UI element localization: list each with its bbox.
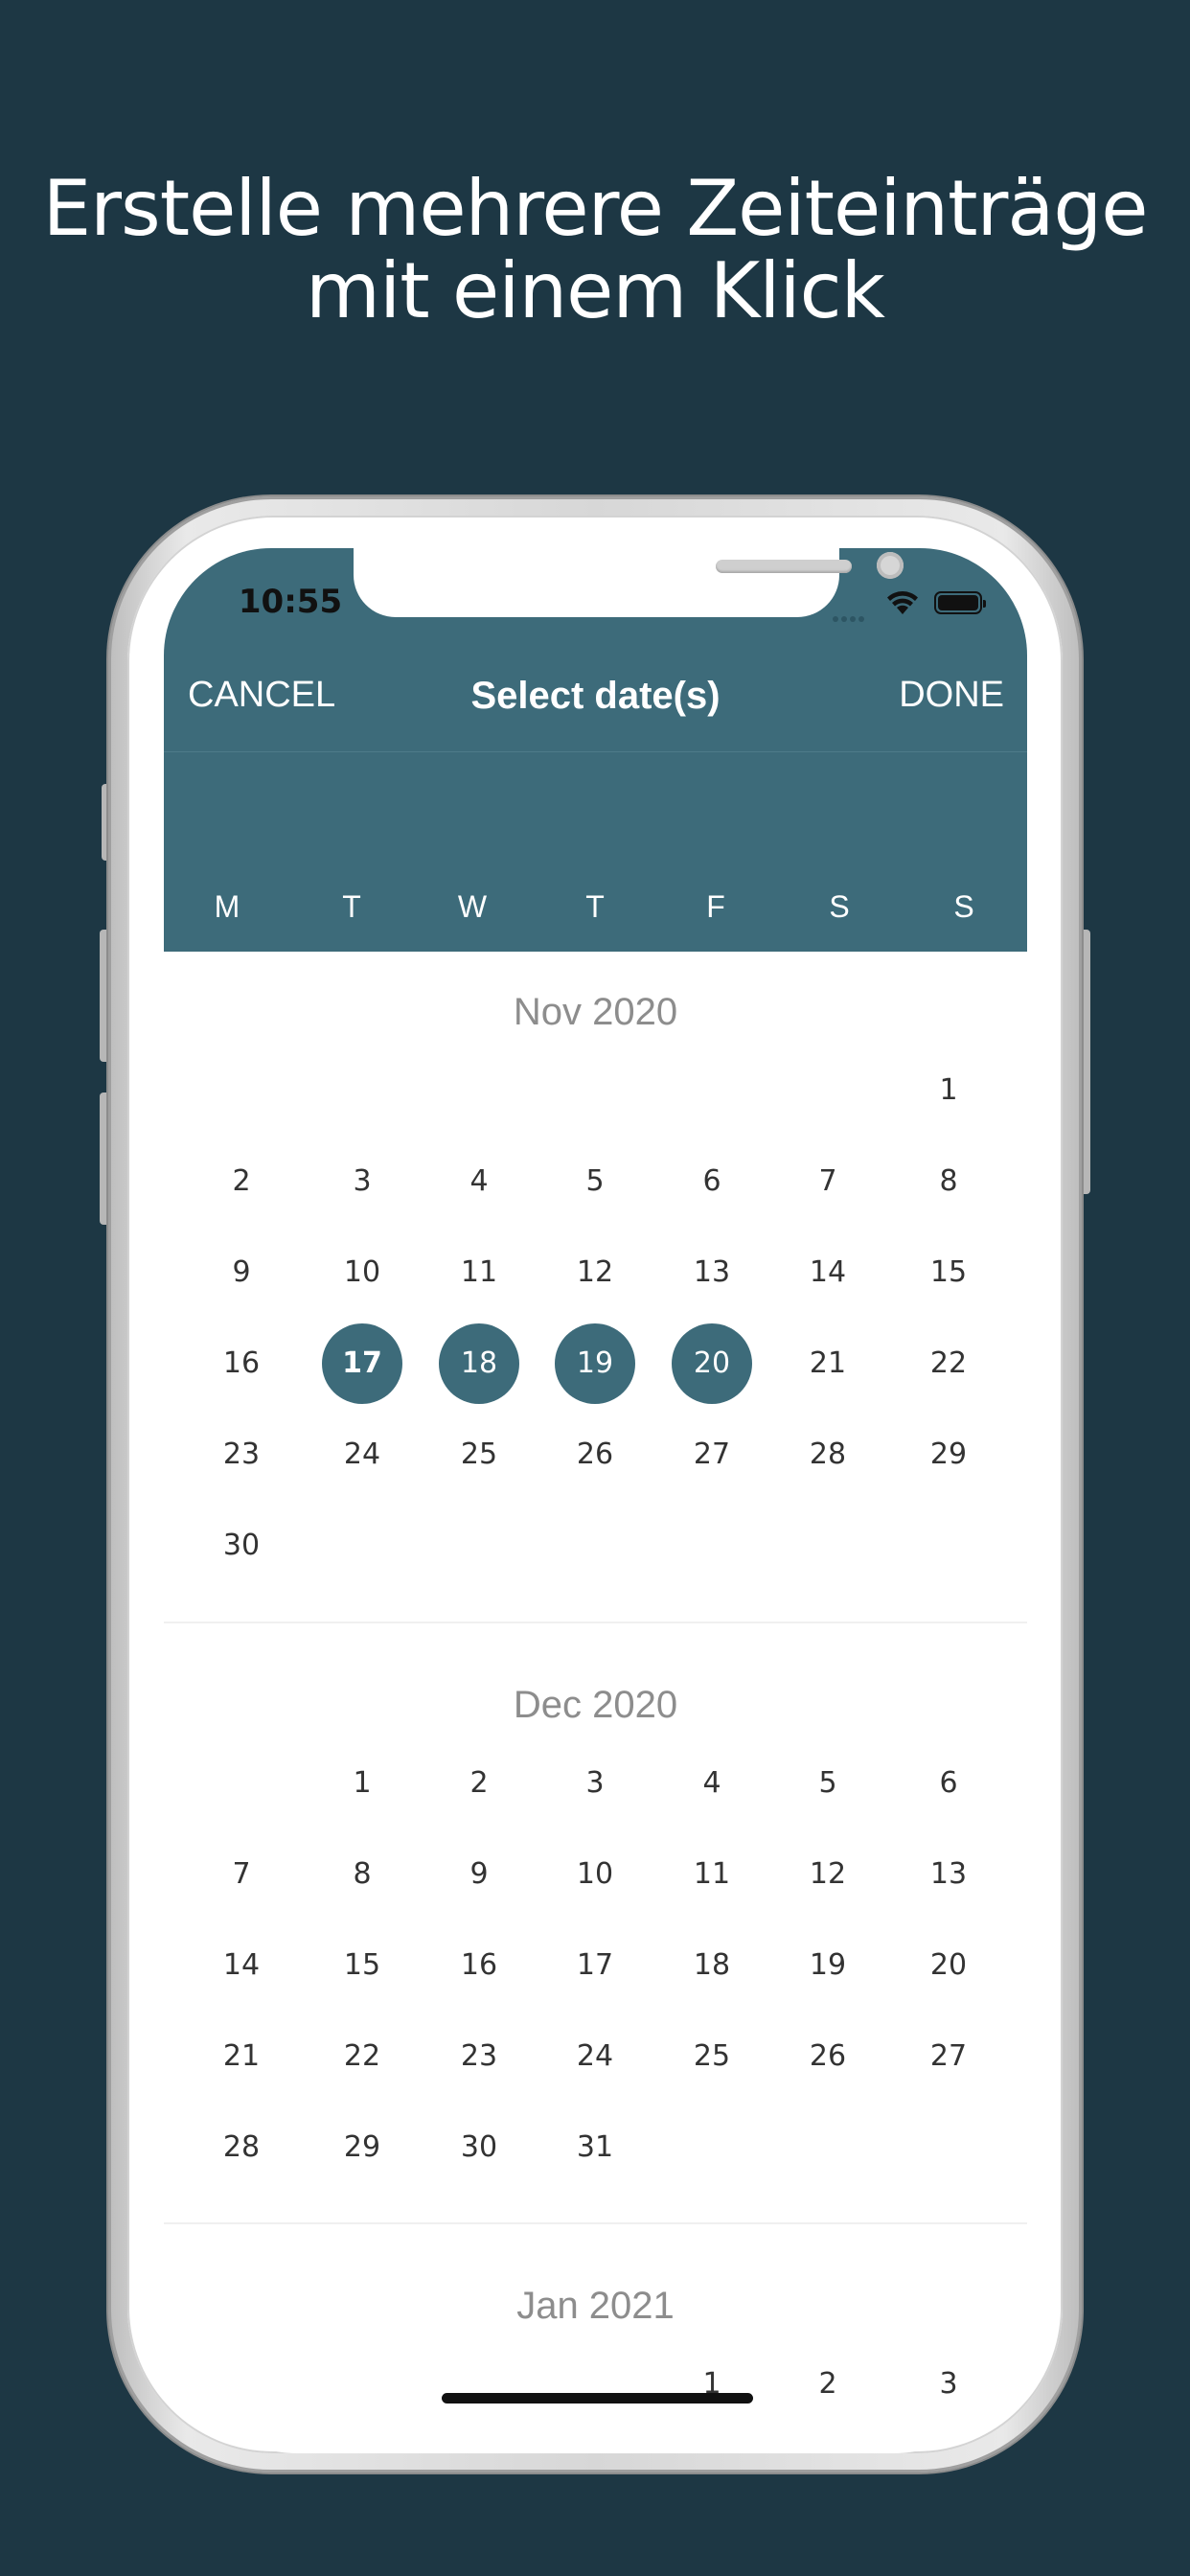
weekday-sat: S: [829, 889, 850, 924]
day-cell-selected[interactable]: 17: [322, 1323, 402, 1404]
day-cell[interactable]: 2: [788, 2344, 868, 2425]
day-cell[interactable]: 6: [908, 1743, 989, 1824]
front-camera: [877, 552, 904, 579]
day-cell[interactable]: 14: [788, 1232, 868, 1313]
day-cell[interactable]: 10: [555, 1834, 635, 1915]
day-cell[interactable]: 5: [788, 1743, 868, 1824]
day-cell[interactable]: 13: [908, 1834, 989, 1915]
headline-line-2: mit einem Klick: [306, 246, 885, 335]
day-cell-selected[interactable]: 18: [439, 1323, 519, 1404]
wifi-icon: [887, 591, 918, 614]
day-cell[interactable]: 22: [322, 2016, 402, 2097]
done-button[interactable]: DONE: [899, 675, 1004, 716]
day-cell[interactable]: 2: [439, 1743, 519, 1824]
day-cell[interactable]: 26: [788, 2016, 868, 2097]
day-cell[interactable]: 27: [908, 2016, 989, 2097]
weekday-wed: W: [457, 889, 488, 924]
day-cell[interactable]: 23: [201, 1414, 282, 1495]
day-cell[interactable]: 30: [439, 2107, 519, 2188]
home-indicator: [442, 2393, 753, 2404]
day-cell[interactable]: 2: [201, 1141, 282, 1222]
day-cell[interactable]: 20: [908, 1925, 989, 2006]
day-cell-selected[interactable]: 20: [672, 1323, 752, 1404]
speaker-grille: [716, 560, 852, 573]
month-divider: [164, 2222, 1027, 2224]
day-cell[interactable]: 23: [439, 2016, 519, 2097]
day-cell[interactable]: 29: [322, 2107, 402, 2188]
day-cell[interactable]: 9: [439, 1834, 519, 1915]
day-cell[interactable]: 28: [201, 2107, 282, 2188]
day-cell[interactable]: 11: [439, 1232, 519, 1313]
day-cell[interactable]: 21: [788, 1323, 868, 1404]
day-cell[interactable]: 3: [908, 2344, 989, 2425]
signal-icon: [833, 608, 871, 622]
day-cell[interactable]: 1: [322, 1743, 402, 1824]
headline: Erstelle mehrere Zeiteinträge mit einem …: [0, 168, 1190, 333]
month-title: Dec 2020: [513, 1684, 678, 1726]
weekday-mon: M: [214, 889, 240, 924]
day-cell[interactable]: 16: [439, 1925, 519, 2006]
day-cell[interactable]: 17: [555, 1925, 635, 2006]
month-title: Nov 2020: [513, 991, 678, 1033]
day-cell[interactable]: 30: [201, 1506, 282, 1586]
day-cell[interactable]: 13: [672, 1232, 752, 1313]
day-cell[interactable]: 3: [555, 1743, 635, 1824]
day-cell[interactable]: 7: [788, 1141, 868, 1222]
day-cell[interactable]: 4: [672, 1743, 752, 1824]
phone-screen: 10:55 CANCEL Select date(s) DONE M T W T…: [164, 548, 1027, 2453]
status-time: 10:55: [238, 583, 343, 621]
day-cell[interactable]: 25: [672, 2016, 752, 2097]
day-cell[interactable]: 12: [555, 1232, 635, 1313]
day-cell[interactable]: 24: [322, 1414, 402, 1495]
day-cell[interactable]: 7: [201, 1834, 282, 1915]
day-cell[interactable]: 3: [322, 1141, 402, 1222]
battery-icon: [934, 591, 986, 614]
day-cell[interactable]: 19: [788, 1925, 868, 2006]
day-cell[interactable]: 15: [322, 1925, 402, 2006]
nav-divider: [164, 751, 1027, 752]
day-cell[interactable]: 12: [788, 1834, 868, 1915]
day-cell[interactable]: 4: [439, 1141, 519, 1222]
day-cell[interactable]: 18: [672, 1925, 752, 2006]
day-cell[interactable]: 9: [201, 1232, 282, 1313]
day-cell[interactable]: 11: [672, 1834, 752, 1915]
day-cell[interactable]: 24: [555, 2016, 635, 2097]
day-cell[interactable]: 1: [908, 1050, 989, 1131]
nav-title: Select date(s): [470, 675, 721, 717]
day-cell[interactable]: 6: [672, 1141, 752, 1222]
day-cell[interactable]: 10: [322, 1232, 402, 1313]
weekday-fri: F: [706, 889, 725, 924]
day-cell[interactable]: 16: [201, 1323, 282, 1404]
day-cell[interactable]: 26: [555, 1414, 635, 1495]
weekday-thu: T: [585, 889, 605, 924]
day-cell[interactable]: 29: [908, 1414, 989, 1495]
weekday-sun: S: [953, 889, 974, 924]
weekday-tue: T: [342, 889, 361, 924]
day-cell[interactable]: 25: [439, 1414, 519, 1495]
weekday-header: M T W T F S S: [164, 889, 1027, 928]
month-title: Jan 2021: [516, 2285, 675, 2327]
phone-notch: [354, 548, 904, 617]
day-cell[interactable]: 8: [908, 1141, 989, 1222]
day-cell[interactable]: 1: [672, 2344, 752, 2425]
day-cell[interactable]: 27: [672, 1414, 752, 1495]
day-cell[interactable]: 28: [788, 1414, 868, 1495]
day-cell[interactable]: 21: [201, 2016, 282, 2097]
month-divider: [164, 1622, 1027, 1623]
headline-line-1: Erstelle mehrere Zeiteinträge: [42, 164, 1149, 253]
day-cell-selected[interactable]: 19: [555, 1323, 635, 1404]
day-cell[interactable]: 22: [908, 1323, 989, 1404]
day-cell[interactable]: 5: [555, 1141, 635, 1222]
day-cell[interactable]: 15: [908, 1232, 989, 1313]
day-cell[interactable]: 8: [322, 1834, 402, 1915]
day-cell[interactable]: 31: [555, 2107, 635, 2188]
day-cell[interactable]: 14: [201, 1925, 282, 2006]
